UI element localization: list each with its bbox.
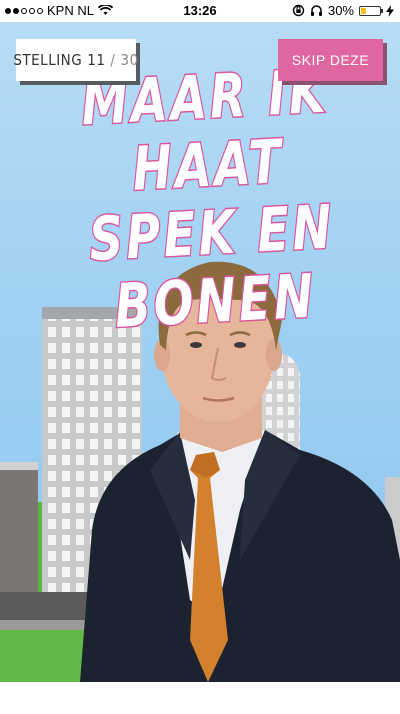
battery-icon: [359, 5, 383, 16]
counter-label: STELLING: [13, 51, 83, 69]
question-counter: STELLING 11 / 30: [13, 39, 139, 81]
status-right: 30%: [292, 3, 394, 18]
bottom-bar: [0, 682, 400, 714]
charging-icon: [386, 4, 394, 17]
skip-button[interactable]: SKIP DEZE: [278, 39, 383, 81]
orientation-lock-icon: [292, 4, 305, 17]
counter-separator: /: [110, 51, 116, 69]
headphones-icon: [310, 5, 322, 16]
statement-text: Maar ik haat spek en bonen: [78, 55, 337, 343]
counter-total: 30: [120, 51, 139, 69]
status-bar: KPN NL 13:26 30%: [0, 0, 400, 22]
counter-current: 11: [87, 51, 106, 69]
battery-percent: 30%: [327, 3, 354, 18]
